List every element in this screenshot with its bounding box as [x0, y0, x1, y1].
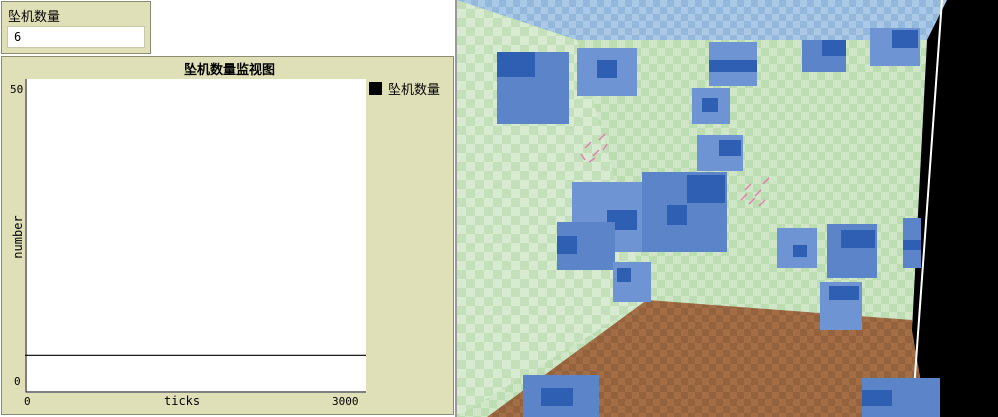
obstacle-cube — [820, 282, 862, 330]
y-axis-label: number — [11, 215, 25, 259]
monitor-label: 坠机数量 — [8, 10, 61, 25]
obstacle-cube — [802, 40, 846, 72]
monitor-value: 6 — [7, 26, 145, 48]
obstacle-cube — [497, 52, 569, 124]
obstacle-cube — [697, 135, 743, 171]
plot-axes — [25, 79, 366, 393]
obstacle-cube — [523, 375, 599, 417]
x-axis-label: ticks — [164, 394, 201, 408]
obstacle-cube — [613, 262, 651, 302]
interface-panel: 坠机数量 6 坠机数量监视图 50 0 number 0 3000 ticks … — [0, 0, 456, 417]
x-tick-min: 0 — [24, 395, 31, 408]
y-tick-min: 0 — [14, 375, 21, 388]
plot-area — [25, 79, 366, 393]
obstacle-cube — [642, 172, 727, 252]
plot-legend: 坠机数量 — [369, 79, 440, 98]
crash-count-monitor: 坠机数量 6 — [1, 1, 151, 54]
plot-svg — [25, 79, 366, 393]
plot-title: 坠机数量监视图 — [183, 63, 275, 78]
obstacle-cube — [577, 48, 637, 96]
x-tick-max: 3000 — [332, 395, 359, 408]
obstacle-cube — [692, 88, 730, 124]
legend-swatch — [369, 82, 382, 95]
legend-label: 坠机数量 — [388, 83, 441, 98]
obstacle-cube — [709, 42, 757, 86]
obstacle-cube — [777, 228, 817, 268]
obstacle-cube — [557, 222, 615, 270]
obstacle-cube — [870, 28, 920, 66]
3d-scene — [457, 0, 998, 417]
3d-view[interactable] — [457, 0, 998, 417]
obstacle-cube — [862, 378, 940, 417]
obstacle-cube — [827, 224, 877, 278]
y-tick-max: 50 — [10, 83, 24, 96]
obstacle-cube — [903, 218, 921, 268]
crash-count-plot: 坠机数量监视图 50 0 number 0 3000 ticks 坠机数量 — [1, 56, 454, 415]
